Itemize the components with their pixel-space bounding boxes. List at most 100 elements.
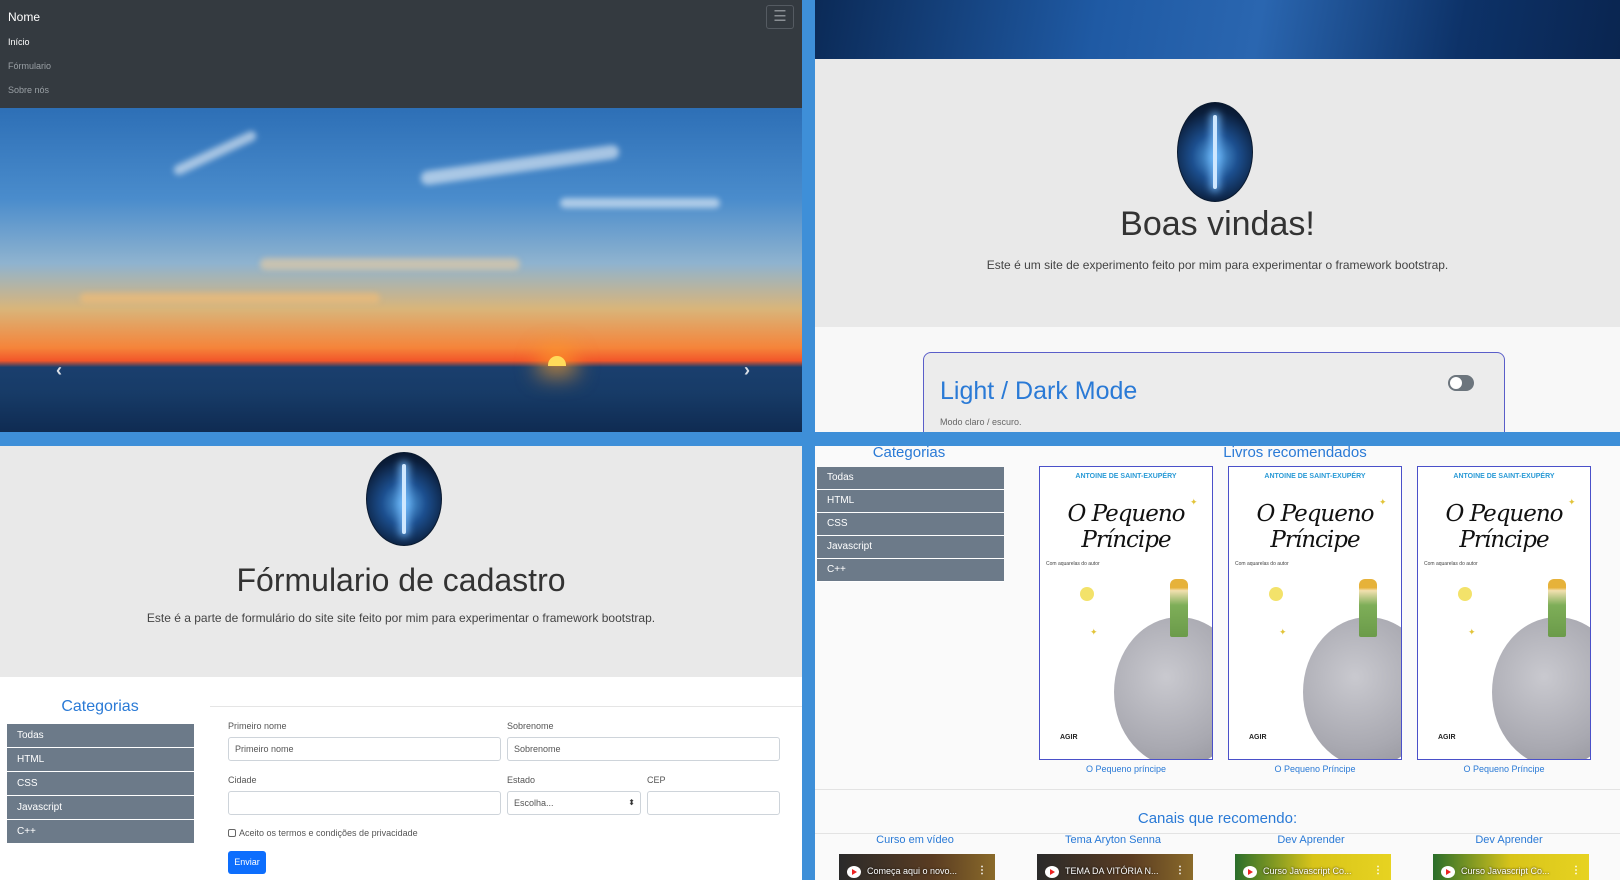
more-vert-icon[interactable]: ⋮ [1175, 865, 1185, 876]
book-cover-subtitle: Com aquarelas do autor [1046, 561, 1100, 567]
zip-label: CEP [647, 775, 666, 785]
book-publisher: AGIR [1060, 734, 1078, 741]
first-name-label: Primeiro nome [228, 721, 287, 731]
book-cover-subtitle: Com aquarelas do autor [1235, 561, 1289, 567]
book-publisher: AGIR [1438, 734, 1456, 741]
mode-card: Light / Dark Mode Modo claro / escuro. [923, 352, 1505, 432]
dark-mode-toggle[interactable] [1448, 375, 1474, 391]
carousel-sunset-image: ‹ › [0, 108, 802, 432]
category-javascript[interactable]: Javascript [817, 536, 1004, 559]
category-cpp[interactable]: C++ [817, 559, 1004, 582]
mode-card-title: Light / Dark Mode [940, 377, 1138, 405]
book-caption-3[interactable]: O Pequeno Príncipe [1417, 764, 1591, 774]
home-panel: Nome ☰ Início Fórmulario Sobre nós ‹ › [0, 0, 802, 432]
moon [1080, 587, 1094, 601]
video-title: Curso Javascript Co... [1263, 866, 1352, 876]
nav-link-formulario[interactable]: Fórmulario [8, 61, 51, 71]
state-label: Estado [507, 775, 536, 785]
book-author: ANTOINE DE SAINT-EXUPÉRY [1075, 473, 1177, 480]
category-html[interactable]: HTML [817, 490, 1004, 513]
nav-link-sobre[interactable]: Sobre nós [8, 85, 49, 95]
first-name-input[interactable]: Primeiro nome [228, 737, 501, 761]
welcome-panel: Boas vindas! Este é um site de experimen… [815, 0, 1620, 432]
star-icon: ✦ [1090, 627, 1098, 637]
zip-input[interactable] [647, 791, 780, 815]
city-input[interactable] [228, 791, 501, 815]
state-select[interactable]: Escolha... ⬍ [507, 791, 641, 815]
video-embed-1[interactable]: Começa aqui o novo... ⋮ [839, 854, 995, 880]
welcome-title: Boas vindas! [1120, 205, 1315, 243]
book-cover-2[interactable]: ANTOINE DE SAINT-EXUPÉRY O Pequeno Prínc… [1228, 466, 1402, 760]
city-label: Cidade [228, 775, 257, 785]
last-name-input[interactable]: Sobrenome [507, 737, 780, 761]
welcome-lead: Este é um site de experimento feito por … [986, 258, 1449, 272]
category-todas[interactable]: Todas [817, 467, 1004, 490]
welcome-jumbotron: Boas vindas! Este é um site de experimen… [815, 59, 1620, 327]
nav-link-inicio[interactable]: Início [8, 37, 30, 47]
sun [548, 356, 566, 366]
planet [1114, 617, 1212, 759]
more-vert-icon[interactable]: ⋮ [977, 865, 987, 876]
book-caption-1[interactable]: O Pequeno príncipe [1039, 764, 1213, 774]
book-cover-title: O Pequeno Príncipe [1445, 501, 1563, 553]
youtube-icon [1243, 866, 1257, 878]
little-prince [1359, 579, 1377, 637]
video-embed-2[interactable]: TEMA DA VITÓRIA N... ⋮ [1037, 854, 1193, 880]
channel-name-1: Curso em vídeo [876, 834, 954, 846]
star-icon: ✦ [1568, 497, 1576, 507]
book-cover-3[interactable]: ANTOINE DE SAINT-EXUPÉRY O Pequeno Prínc… [1417, 466, 1591, 760]
book-caption-2[interactable]: O Pequeno Príncipe [1228, 764, 1402, 774]
more-vert-icon[interactable]: ⋮ [1373, 865, 1383, 876]
video-embed-4[interactable]: Curso Javascript Co... ⋮ [1433, 854, 1589, 880]
navbar-brand[interactable]: Nome [8, 10, 40, 24]
book-cover-title: O Pequeno Príncipe [1067, 501, 1185, 553]
category-javascript[interactable]: Javascript [7, 796, 194, 820]
youtube-icon [1441, 866, 1455, 878]
categories-title: Categorias [61, 698, 139, 715]
form-jumbotron: Fórmulario de cadastro Este é a parte de… [0, 446, 802, 677]
youtube-icon [1045, 866, 1059, 878]
little-prince [1548, 579, 1566, 637]
form-page-lead: Este é a parte de formulário do site sit… [146, 611, 656, 625]
terms-checkbox[interactable] [228, 829, 236, 837]
channel-name-3: Dev Aprender [1277, 834, 1345, 846]
category-css[interactable]: CSS [817, 513, 1004, 536]
select-arrows-icon: ⬍ [628, 798, 635, 807]
planet [1492, 617, 1590, 759]
navbar: Nome ☰ Início Fórmulario Sobre nós [0, 0, 802, 108]
categories-title: Categorias [872, 446, 946, 461]
planet [1303, 617, 1401, 759]
book-cover-subtitle: Com aquarelas do autor [1424, 561, 1478, 567]
more-vert-icon[interactable]: ⋮ [1571, 865, 1581, 876]
little-prince [1170, 579, 1188, 637]
channel-name-4: Dev Aprender [1475, 834, 1543, 846]
submit-button[interactable]: Enviar [228, 851, 266, 874]
book-publisher: AGIR [1249, 734, 1267, 741]
moon [1458, 587, 1472, 601]
book-author: ANTOINE DE SAINT-EXUPÉRY [1264, 473, 1366, 480]
last-name-label: Sobrenome [507, 721, 554, 731]
moon [1269, 587, 1283, 601]
guitar-avatar [1177, 102, 1253, 202]
star-icon: ✦ [1468, 627, 1476, 637]
chevron-right-icon[interactable]: › [744, 360, 750, 381]
category-css[interactable]: CSS [7, 772, 194, 796]
star-icon: ✦ [1190, 497, 1198, 507]
book-cover-1[interactable]: ANTOINE DE SAINT-EXUPÉRY O Pequeno Prínc… [1039, 466, 1213, 760]
category-html[interactable]: HTML [7, 748, 194, 772]
terms-label: Aceito os termos e condições de privacid… [239, 828, 418, 838]
form-page-title: Fórmulario de cadastro [236, 562, 566, 598]
video-embed-3[interactable]: Curso Javascript Co... ⋮ [1235, 854, 1391, 880]
state-selected: Escolha... [514, 798, 554, 808]
book-author: ANTOINE DE SAINT-EXUPÉRY [1453, 473, 1555, 480]
video-title: TEMA DA VITÓRIA N... [1065, 866, 1159, 876]
chevron-left-icon[interactable]: ‹ [56, 360, 62, 381]
category-cpp[interactable]: C++ [7, 820, 194, 844]
ocean-banner-image [815, 0, 1620, 59]
channels-title: Canais que recomendo: [1137, 810, 1298, 827]
category-todas[interactable]: Todas [7, 724, 194, 748]
star-icon: ✦ [1279, 627, 1287, 637]
guitar-avatar [366, 452, 442, 546]
books-title: Livros recomendados [1223, 446, 1367, 461]
menu-icon[interactable]: ☰ [766, 5, 794, 29]
